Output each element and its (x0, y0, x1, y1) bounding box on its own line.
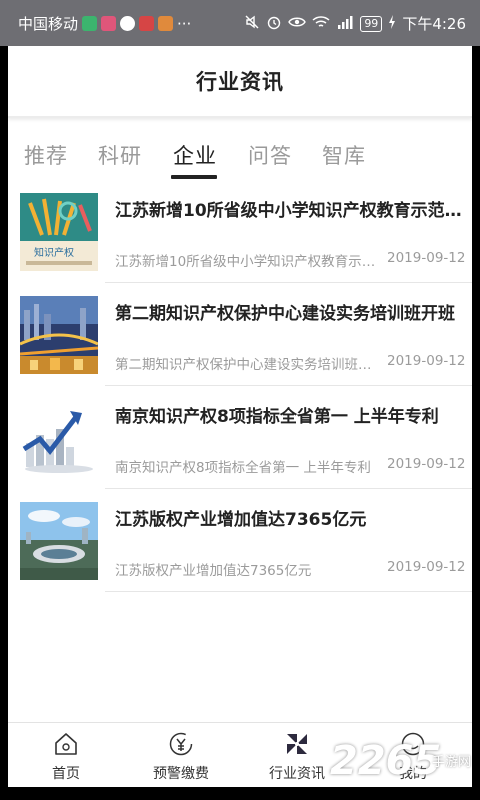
huawei-icon (139, 16, 155, 31)
article-summary: 江苏新增10所省级中小学知识产权教育示范学校 (115, 254, 377, 270)
carrier-label: 中国移动 (18, 15, 79, 33)
page-header: 行业资讯 (8, 46, 472, 118)
tab-enterprise[interactable]: 企业 (173, 140, 217, 170)
nav-alert-payment[interactable]: 预警缴费 (136, 731, 226, 783)
article-title: 第二期知识产权保护中心建设实务培训班开班 (115, 304, 455, 324)
game-notification-icon (158, 16, 174, 31)
tab-recommend[interactable]: 推荐 (24, 140, 68, 170)
article-thumbnail (20, 399, 98, 477)
app-notification-icon (82, 16, 98, 31)
charging-icon (388, 14, 396, 33)
divider (105, 591, 472, 592)
tab-qa[interactable]: 问答 (248, 140, 292, 170)
article-thumbnail (20, 296, 98, 374)
home-icon (53, 731, 79, 761)
nav-label: 预警缴费 (153, 766, 209, 782)
article-title: 南京知识产权8项指标全省第一 上半年专利 (115, 407, 439, 427)
alarm-icon (266, 14, 282, 34)
article-thumbnail: 知识产权 (20, 193, 98, 271)
article-date: 2019-09-12 (387, 250, 466, 266)
article-summary: 第二期知识产权保护中心建设实务培训班开班 (115, 357, 377, 373)
category-tabs: 推荐 科研 企业 问答 智库 (8, 118, 472, 180)
article-item[interactable]: 南京知识产权8项指标全省第一 上半年专利 南京知识产权8项指标全省第一 上半年专… (8, 386, 472, 489)
article-thumbnail (20, 502, 98, 580)
article-item[interactable]: 知识产权 江苏新增10所省级中小学知识产权教育示范学校 江苏新增10所省级中小学… (8, 180, 472, 283)
wifi-icon (312, 15, 330, 33)
site-watermark: 2265 (330, 738, 442, 784)
signal-icon (336, 15, 354, 33)
article-summary: 南京知识产权8项指标全省第一 上半年专利 (115, 460, 371, 476)
app-screen: 行业资讯 推荐 科研 企业 问答 智库 知识产权 江苏新增10所省级中小学知识产… (8, 46, 472, 787)
nav-label: 首页 (52, 766, 80, 782)
more-notifications: ··· (177, 14, 192, 33)
article-title: 江苏版权产业增加值达7365亿元 (115, 510, 367, 530)
article-item[interactable]: 江苏版权产业增加值达7365亿元 江苏版权产业增加值达7365亿元 2019-0… (8, 489, 472, 592)
nav-label: 行业资讯 (269, 766, 325, 782)
article-date: 2019-09-12 (387, 559, 466, 575)
site-watermark-label: 手游网 (432, 755, 472, 770)
active-tab-indicator (171, 175, 217, 179)
page-title: 行业资讯 (196, 70, 284, 94)
mute-icon (244, 14, 260, 34)
pinwheel-icon (283, 730, 311, 762)
article-summary: 江苏版权产业增加值达7365亿元 (115, 563, 312, 579)
article-title: 江苏新增10所省级中小学知识产权教育示范学校 (115, 201, 463, 221)
clock-time: 下午4:26 (402, 15, 466, 33)
status-bar: 中国移动 ··· 99 下午4:26 (0, 0, 480, 46)
article-date: 2019-09-12 (387, 456, 466, 472)
battery-indicator: 99 (360, 15, 383, 32)
chat-icon (120, 16, 136, 31)
tab-thinktank[interactable]: 智库 (322, 140, 366, 170)
article-list: 知识产权 江苏新增10所省级中小学知识产权教育示范学校 江苏新增10所省级中小学… (8, 180, 472, 592)
nav-industry-news[interactable]: 行业资讯 (252, 731, 342, 783)
message-notification-icon (101, 16, 117, 31)
nav-home[interactable]: 首页 (21, 731, 111, 783)
tab-research[interactable]: 科研 (98, 140, 142, 170)
article-item[interactable]: 第二期知识产权保护中心建设实务培训班开班 第二期知识产权保护中心建设实务培训班开… (8, 283, 472, 386)
yuan-icon (168, 731, 194, 761)
eye-icon (288, 15, 307, 33)
article-date: 2019-09-12 (387, 353, 466, 369)
thumbnail-caption: 知识产权 (34, 246, 74, 259)
